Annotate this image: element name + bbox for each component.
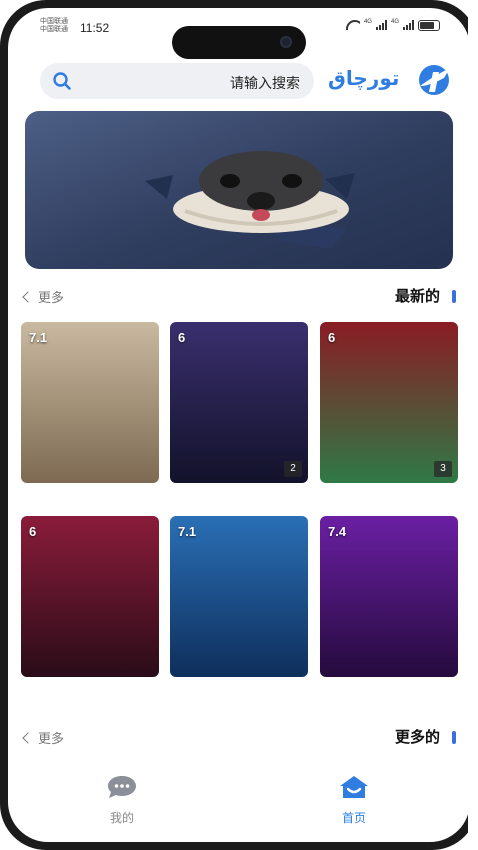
chat-bubble-icon xyxy=(108,776,136,798)
tab-mine[interactable]: 我的 xyxy=(82,774,162,826)
episode-badge: 2 xyxy=(284,461,302,477)
camera-notch xyxy=(172,26,306,59)
section-accent-bar xyxy=(452,290,456,303)
video-rating: 6 xyxy=(29,524,37,539)
video-card[interactable]: 6 2 xyxy=(170,322,308,483)
search-bar[interactable]: 请输入搜索 xyxy=(40,63,314,99)
tab-home[interactable]: 首页 xyxy=(314,774,394,826)
wifi-icon xyxy=(345,20,360,30)
tab-home-label: 首页 xyxy=(341,811,366,825)
section-accent-bar xyxy=(452,731,456,744)
tab-mine-label: 我的 xyxy=(109,811,134,825)
section-title-more: 更多的 xyxy=(394,729,440,746)
section-title-latest: 最新的 xyxy=(394,288,440,305)
video-rating: 7.4 xyxy=(328,524,347,539)
latest-more-link[interactable]: 更多 xyxy=(22,287,65,306)
video-card[interactable]: 7.1 xyxy=(170,516,308,677)
latest-more-label: 更多 xyxy=(38,290,65,305)
chevron-left-icon xyxy=(22,291,34,303)
video-card[interactable]: 6 xyxy=(21,516,159,677)
search-placeholder[interactable]: 请输入搜索 xyxy=(230,73,300,93)
more-more-label: 更多 xyxy=(38,731,65,746)
battery-icon xyxy=(418,19,440,31)
app-logo-icon xyxy=(419,65,450,95)
hero-banner[interactable] xyxy=(25,111,453,269)
app-header: 请输入搜索 تورچاق xyxy=(8,60,470,106)
section-latest-header: 更多 最新的 xyxy=(8,283,470,309)
signal-icon-2 xyxy=(403,20,414,30)
banner-image xyxy=(145,151,355,249)
video-card[interactable]: 6 3 xyxy=(320,322,458,483)
carrier-labels: 中国联通 中国联通 xyxy=(40,17,68,33)
app-logo: تورچاق xyxy=(328,60,450,102)
more-more-link[interactable]: 更多 xyxy=(22,728,65,747)
search-icon[interactable] xyxy=(52,71,72,91)
status-icons: 4G 4G xyxy=(345,19,440,31)
carrier-2: 中国联通 xyxy=(40,25,68,33)
video-card[interactable]: 7.4 xyxy=(320,516,458,677)
status-time: 11:52 xyxy=(80,21,110,35)
video-rating: 7.1 xyxy=(29,330,48,345)
video-rating: 7.1 xyxy=(178,524,197,539)
video-rating: 6 xyxy=(178,330,186,345)
logo-text: تورچاق xyxy=(328,66,400,90)
bottom-tab-bar: 我的 首页 xyxy=(8,768,470,842)
carrier-1: 中国联通 xyxy=(40,17,68,25)
app-screen: 中国联通 中国联通 11:52 4G 4G 请输入搜索 تورچاق 更多 最新… xyxy=(8,8,470,842)
signal-icon xyxy=(375,20,387,30)
network-label-1: 4G xyxy=(363,19,372,25)
network-label-2: 4G xyxy=(390,19,399,25)
section-more-header: 更多 更多的 xyxy=(8,724,470,750)
video-rating: 6 xyxy=(328,330,336,345)
video-card[interactable]: 7.1 xyxy=(21,322,159,483)
episode-badge: 3 xyxy=(434,461,452,477)
home-icon xyxy=(340,776,368,798)
chevron-left-icon xyxy=(22,732,34,744)
camera-lens-icon xyxy=(280,36,292,48)
status-bar: 中国联通 中国联通 11:52 4G 4G xyxy=(8,8,470,59)
